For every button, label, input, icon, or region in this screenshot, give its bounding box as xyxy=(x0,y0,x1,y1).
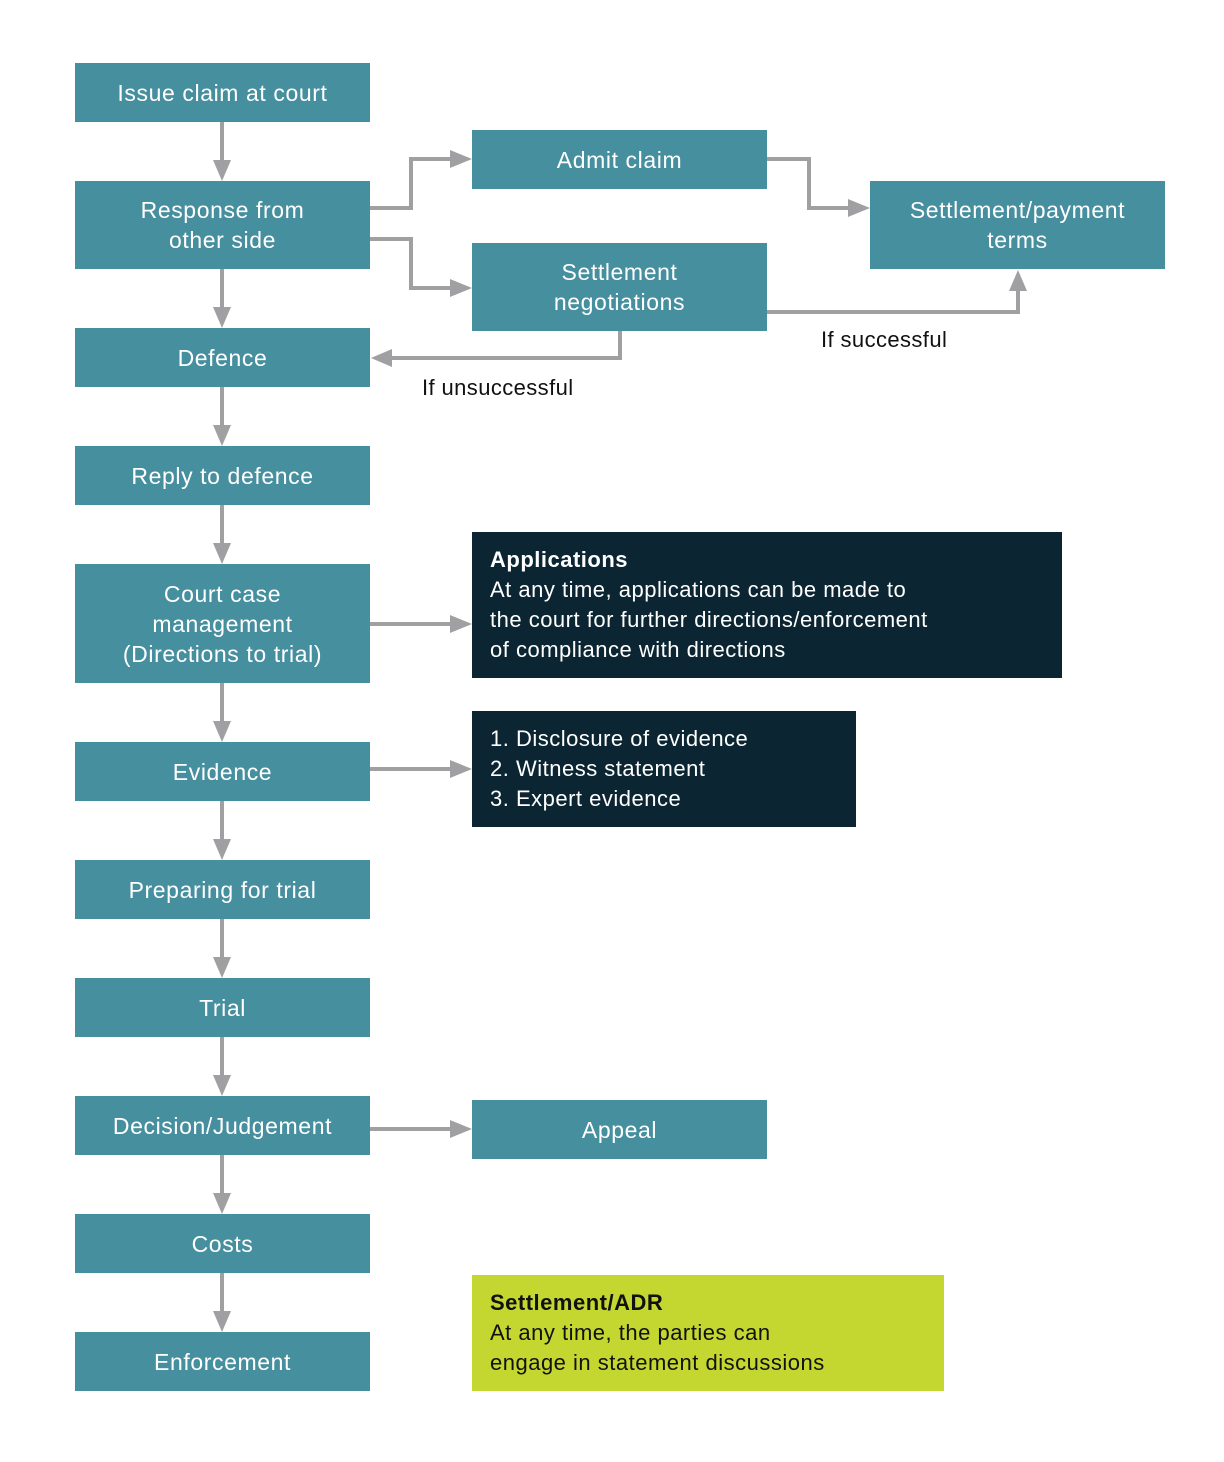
step-label: Issue claim at court xyxy=(117,79,328,106)
arrowhead-right xyxy=(450,150,472,168)
edge-label-if-successful: If successful xyxy=(821,327,948,352)
step-label: Evidence xyxy=(172,758,273,785)
arrowhead-right xyxy=(450,760,472,778)
step-case-management: Court case management (Directions to tri… xyxy=(75,564,370,683)
evidence-list-item: 2. Witness statement xyxy=(490,756,706,781)
edge-label-if-unsuccessful: If unsuccessful xyxy=(422,375,574,400)
arrowhead-down xyxy=(213,1311,231,1332)
step-admit-claim: Admit claim xyxy=(472,130,767,189)
step-settlement-payment-terms: Settlement/payment terms xyxy=(870,181,1165,269)
step-evidence: Evidence xyxy=(75,742,370,801)
step-costs: Costs xyxy=(75,1214,370,1273)
arrowhead-down xyxy=(213,307,231,328)
evidence-list-item: 3. Expert evidence xyxy=(490,786,682,811)
step-label: other side xyxy=(168,227,276,253)
info-box-text: At any time, the parties can xyxy=(490,1320,771,1345)
step-response: Response from other side xyxy=(75,181,370,269)
step-label: Admit claim xyxy=(556,146,683,173)
arrowhead-left xyxy=(371,349,392,367)
step-label: Court case xyxy=(163,580,282,607)
arrowhead-right xyxy=(848,199,870,217)
step-preparing: Preparing for trial xyxy=(75,860,370,919)
arrowhead-down xyxy=(213,543,231,564)
step-label: (Directions to trial) xyxy=(122,640,323,667)
arrow-response-to-admit xyxy=(370,157,456,210)
step-label: Preparing for trial xyxy=(128,876,317,903)
step-label: Appeal xyxy=(581,1116,658,1143)
step-trial: Trial xyxy=(75,978,370,1037)
step-label: Defence xyxy=(177,344,268,371)
arrowhead-down xyxy=(213,839,231,860)
arrowhead-down xyxy=(213,160,231,181)
evidence-list-item: 1. Disclosure of evidence xyxy=(490,726,749,751)
step-label: Settlement xyxy=(561,259,678,285)
step-label: Trial xyxy=(199,994,246,1021)
info-box-text: engage in statement discussions xyxy=(490,1350,825,1375)
arrow-negotiations-to-settlement-terms xyxy=(767,285,1020,314)
step-appeal: Appeal xyxy=(472,1100,767,1159)
arrowhead-up xyxy=(1009,270,1027,291)
step-label: Decision/Judgement xyxy=(112,1112,333,1139)
info-box-settlement-adr: Settlement/ADR At any time, the parties … xyxy=(472,1275,944,1391)
step-settlement-negotiations: Settlement negotiations xyxy=(472,243,767,331)
arrowhead-down xyxy=(213,1075,231,1096)
step-label: Costs xyxy=(191,1230,254,1257)
arrowhead-right xyxy=(450,1120,472,1138)
arrowhead-down xyxy=(213,721,231,742)
info-box-evidence-list: 1. Disclosure of evidence 2. Witness sta… xyxy=(472,711,856,827)
step-label: Response from xyxy=(140,197,305,223)
info-box-title: Settlement/ADR xyxy=(490,1290,664,1315)
arrowhead-right xyxy=(450,615,472,633)
step-label: Enforcement xyxy=(154,1348,291,1375)
info-box-text: of compliance with directions xyxy=(490,637,786,662)
arrowhead-down xyxy=(213,957,231,978)
step-decision: Decision/Judgement xyxy=(75,1096,370,1155)
info-box-text: At any time, applications can be made to xyxy=(490,577,907,602)
step-label: Reply to defence xyxy=(131,462,314,489)
arrowhead-down xyxy=(213,425,231,446)
step-label: management xyxy=(152,610,293,637)
info-box-title: Applications xyxy=(490,547,629,572)
step-defence: Defence xyxy=(75,328,370,387)
step-issue-claim: Issue claim at court xyxy=(75,63,370,122)
step-reply: Reply to defence xyxy=(75,446,370,505)
arrowhead-down xyxy=(213,1193,231,1214)
step-enforcement: Enforcement xyxy=(75,1332,370,1391)
step-label: Settlement/payment xyxy=(909,197,1126,223)
arrow-admit-to-settlement-terms xyxy=(767,157,854,210)
arrow-response-to-negotiations xyxy=(370,237,456,290)
arrowhead-right xyxy=(450,279,472,297)
info-box-applications: Applications At any time, applications c… xyxy=(472,532,1062,678)
arrow-negotiations-to-defence xyxy=(386,331,622,360)
info-box-text: the court for further directions/enforce… xyxy=(490,607,928,632)
step-label: terms xyxy=(987,227,1048,253)
step-label: negotiations xyxy=(553,289,686,315)
